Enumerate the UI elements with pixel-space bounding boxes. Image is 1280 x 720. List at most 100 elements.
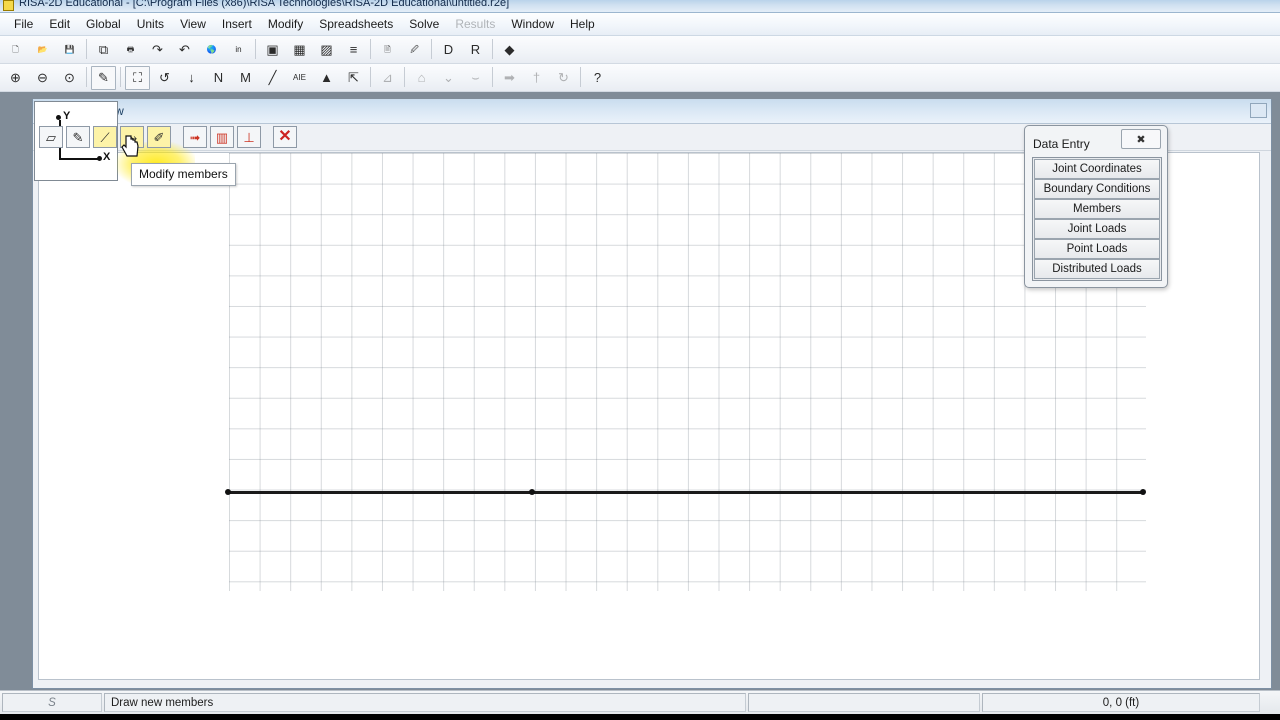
toolbar-separator bbox=[428, 39, 435, 61]
report-icon[interactable]: 🗎 bbox=[375, 38, 400, 62]
reaction-diagram-icon: ⌣ bbox=[463, 66, 488, 90]
delete-members-icon-glyph: ✐ bbox=[153, 129, 165, 145]
statusbar-message: Draw new members bbox=[104, 693, 746, 712]
model-view-minimize-button[interactable] bbox=[1250, 103, 1267, 118]
help-book-icon[interactable]: ◆ bbox=[497, 38, 522, 62]
zoom-in-icon[interactable]: ⊕ bbox=[3, 66, 28, 90]
new-file-icon-glyph: 🗋 bbox=[12, 44, 19, 54]
menu-item-file[interactable]: File bbox=[6, 15, 41, 33]
member-1[interactable] bbox=[228, 491, 1143, 494]
units-icon-glyph: in bbox=[235, 44, 242, 54]
draw-members-icon-glyph: ⟋ bbox=[100, 129, 110, 145]
menu-item-solve[interactable]: Solve bbox=[401, 15, 447, 33]
toolbar-separator bbox=[117, 67, 124, 89]
toolbar-separator bbox=[83, 39, 90, 61]
data-entry-item-boundary-conditions[interactable]: Boundary Conditions bbox=[1034, 179, 1160, 199]
data-entry-item-joint-coordinates[interactable]: Joint Coordinates bbox=[1034, 159, 1160, 179]
zoom-out-icon-glyph: ⊖ bbox=[37, 70, 48, 85]
member-line-icon[interactable]: ╱ bbox=[260, 66, 285, 90]
statusbar-middle bbox=[748, 693, 980, 712]
shear-diagram-icon: ⊿ bbox=[375, 66, 400, 90]
zoom-extents-icon[interactable]: ⛶ bbox=[125, 65, 150, 90]
menu-item-view[interactable]: View bbox=[172, 15, 214, 33]
open-file-icon[interactable]: 📂 bbox=[30, 38, 55, 62]
menubar: File Edit Global Units View Insert Modify Sprea… bbox=[0, 13, 1280, 36]
copy-icon[interactable]: ⧉ bbox=[91, 38, 116, 62]
menu-item-spreadsheets[interactable]: Spreadsheets bbox=[311, 15, 401, 33]
select-region-icon[interactable]: ▱ bbox=[39, 126, 63, 148]
canvas-grid bbox=[229, 153, 1146, 591]
draw-members-icon[interactable]: ⟋ bbox=[93, 126, 117, 148]
edit-report-icon[interactable]: 🖉 bbox=[402, 38, 427, 62]
data-entry-item-joint-loads[interactable]: Joint Loads bbox=[1034, 219, 1160, 239]
detail-r-icon[interactable]: R bbox=[463, 38, 488, 62]
draw-pencil-icon[interactable]: ✎ bbox=[91, 65, 116, 90]
axis-x-label: X bbox=[103, 151, 111, 163]
data-entry-item-point-loads[interactable]: Point Loads bbox=[1034, 239, 1160, 259]
deflection-diagram-icon-glyph: ⌄ bbox=[443, 70, 454, 85]
undo-view-icon-glyph: ↺ bbox=[159, 70, 170, 85]
delete-icon[interactable]: ✕ bbox=[273, 126, 297, 148]
zoom-window-icon-glyph: ⊙ bbox=[64, 70, 75, 85]
joint-1[interactable] bbox=[225, 489, 231, 495]
draw-pencil-icon[interactable]: ✎ bbox=[66, 126, 90, 148]
modify-members-icon-glyph: ⤳ bbox=[126, 129, 138, 145]
close-icon[interactable]: ✖ bbox=[1121, 129, 1161, 149]
joint-deflection-icon[interactable]: ↓ bbox=[179, 66, 204, 90]
menu-item-help[interactable]: Help bbox=[562, 15, 603, 33]
globe-icon[interactable]: 🌎 bbox=[199, 38, 224, 62]
redo-icon[interactable]: ↷ bbox=[145, 38, 170, 62]
shape-fill-icon[interactable]: ▲ bbox=[314, 66, 339, 90]
view-toolbar: ⊕ ⊖ ⊙ ✎ ⛶ ↺ ↓ N M ╱ AIE ▲ ⇱ ⊿ ⌂ ⌄ ⌣ ➡ † ↻? bbox=[0, 64, 1280, 92]
toolbar-separator bbox=[367, 39, 374, 61]
model-view-titlebar[interactable]: Model View bbox=[33, 99, 1271, 124]
print-icon[interactable]: 🖶 bbox=[118, 38, 143, 62]
joint-3[interactable] bbox=[1140, 489, 1146, 495]
joint-labels-icon[interactable]: N bbox=[206, 66, 231, 90]
new-file-icon[interactable]: 🗋 bbox=[3, 38, 28, 62]
results-icon[interactable]: ≡ bbox=[341, 38, 366, 62]
undo-icon[interactable]: ↶ bbox=[172, 38, 197, 62]
reaction-diagram-icon-glyph: ⌣ bbox=[471, 70, 480, 85]
delete-icon-glyph: ✕ bbox=[278, 128, 292, 145]
model-view-icon[interactable]: ▣ bbox=[260, 38, 285, 62]
menu-item-window[interactable]: Window bbox=[503, 15, 562, 33]
undo-view-icon[interactable]: ↺ bbox=[152, 66, 177, 90]
joint-load-icon[interactable]: ➟ bbox=[183, 126, 207, 148]
model-view-icon-glyph: ▣ bbox=[266, 42, 279, 57]
distributed-load-icon[interactable]: ▥ bbox=[210, 126, 234, 148]
statusbar: S Draw new members 0, 0 (ft) bbox=[0, 690, 1280, 714]
axes-toggle-icon[interactable]: ⇱ bbox=[341, 66, 366, 90]
select-region-icon-glyph: ▱ bbox=[46, 129, 56, 145]
menu-item-insert[interactable]: Insert bbox=[214, 15, 260, 33]
help-question-icon-glyph: ? bbox=[593, 70, 602, 85]
screen-bottom-border bbox=[0, 714, 1280, 720]
menu-item-edit[interactable]: Edit bbox=[41, 15, 78, 33]
data-entry-title: Data Entry bbox=[1033, 137, 1090, 151]
save-icon[interactable]: 💾 bbox=[57, 38, 82, 62]
zoom-out-icon[interactable]: ⊖ bbox=[30, 66, 55, 90]
modify-members-icon[interactable]: ⤳ bbox=[120, 126, 144, 148]
member-labels-icon[interactable]: M bbox=[233, 66, 258, 90]
solve-icon[interactable]: ▨ bbox=[314, 38, 339, 62]
spreadsheet-icon[interactable]: ▦ bbox=[287, 38, 312, 62]
data-entry-item-distributed-loads[interactable]: Distributed Loads bbox=[1034, 259, 1160, 279]
joint-2[interactable] bbox=[529, 489, 535, 495]
draw-pencil-icon-glyph: ✎ bbox=[72, 129, 84, 145]
moment-diagram-icon: ⌂ bbox=[409, 66, 434, 90]
animate-icon: ➡ bbox=[497, 66, 522, 90]
point-load-icon[interactable]: ⊥ bbox=[237, 126, 261, 148]
spreadsheet-icon-glyph: ▦ bbox=[293, 42, 306, 57]
axial-force-icon[interactable]: AIE bbox=[287, 66, 312, 90]
axis-x-line bbox=[59, 158, 99, 160]
joint-labels-icon-glyph: N bbox=[213, 70, 224, 85]
menu-item-modify[interactable]: Modify bbox=[260, 15, 311, 33]
menu-item-units[interactable]: Units bbox=[129, 15, 172, 33]
detail-d-icon[interactable]: D bbox=[436, 38, 461, 62]
zoom-window-icon[interactable]: ⊙ bbox=[57, 66, 82, 90]
delete-members-icon[interactable]: ✐ bbox=[147, 126, 171, 148]
help-question-icon[interactable]: ? bbox=[585, 66, 610, 90]
data-entry-item-members[interactable]: Members bbox=[1034, 199, 1160, 219]
units-icon[interactable]: in bbox=[226, 38, 251, 62]
menu-item-global[interactable]: Global bbox=[78, 15, 129, 33]
